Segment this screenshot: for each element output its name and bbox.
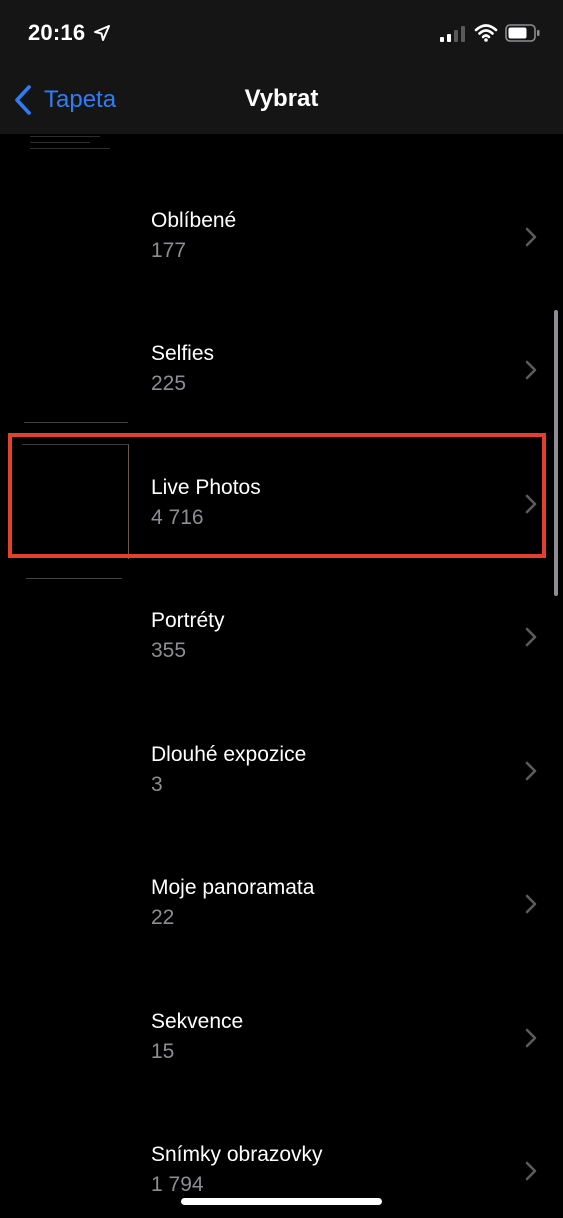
status-time: 20:16 bbox=[28, 20, 86, 45]
album-count: 177 bbox=[151, 239, 187, 262]
signal-icon bbox=[440, 26, 465, 42]
album-count: 225 bbox=[151, 372, 187, 395]
chevron-right-icon bbox=[525, 494, 537, 514]
album-title: Live Photos bbox=[151, 476, 261, 499]
home-indicator[interactable] bbox=[181, 1198, 382, 1205]
scroll-indicator[interactable] bbox=[554, 310, 558, 596]
album-row-dlouhe-expozice[interactable]: Dlouhé expozice 3 bbox=[0, 703, 563, 836]
album-title: Dlouhé expozice bbox=[151, 743, 307, 766]
album-row-oblibene[interactable]: Oblíbené 177 bbox=[0, 169, 563, 302]
chevron-right-icon bbox=[525, 761, 537, 781]
album-title: Selfies bbox=[151, 342, 215, 365]
page-title: Vybrat bbox=[244, 85, 319, 112]
album-row-portrety[interactable]: Portréty 355 bbox=[0, 569, 563, 702]
navigation-bar: Tapeta Vybrat bbox=[0, 66, 563, 134]
chevron-right-icon bbox=[525, 360, 537, 380]
chevron-right-icon bbox=[525, 894, 537, 914]
album-count: 22 bbox=[151, 906, 175, 929]
album-thumbnail bbox=[22, 444, 129, 559]
album-list[interactable]: Oblíbené 177 Selfies 225 Live Photos 4 7… bbox=[0, 134, 563, 1218]
album-title: Moje panoramata bbox=[151, 876, 315, 899]
battery-icon bbox=[505, 24, 540, 42]
album-count: 3 bbox=[151, 773, 163, 796]
album-title: Oblíbené bbox=[151, 209, 237, 232]
album-row-live-photos[interactable]: Live Photos 4 716 bbox=[0, 436, 563, 569]
album-title: Sekvence bbox=[151, 1010, 244, 1033]
album-row-selfies[interactable]: Selfies 225 bbox=[0, 302, 563, 435]
chevron-right-icon bbox=[525, 1028, 537, 1048]
status-bar: 20:16 bbox=[0, 0, 563, 66]
chevron-right-icon bbox=[525, 1161, 537, 1181]
album-row-sekvence[interactable]: Sekvence 15 bbox=[0, 970, 563, 1103]
album-row-moje-panoramata[interactable]: Moje panoramata 22 bbox=[0, 836, 563, 969]
album-title: Snímky obrazovky bbox=[151, 1143, 323, 1166]
chevron-right-icon bbox=[525, 227, 537, 247]
album-title: Portréty bbox=[151, 609, 225, 632]
album-count: 355 bbox=[151, 639, 187, 662]
divider bbox=[24, 422, 128, 423]
album-count: 1 794 bbox=[151, 1173, 204, 1196]
wifi-icon bbox=[474, 24, 498, 42]
album-thumbnail-partial bbox=[26, 134, 112, 156]
chevron-right-icon bbox=[525, 627, 537, 647]
location-icon bbox=[94, 25, 110, 41]
album-count: 4 716 bbox=[151, 506, 204, 529]
album-count: 15 bbox=[151, 1040, 175, 1063]
